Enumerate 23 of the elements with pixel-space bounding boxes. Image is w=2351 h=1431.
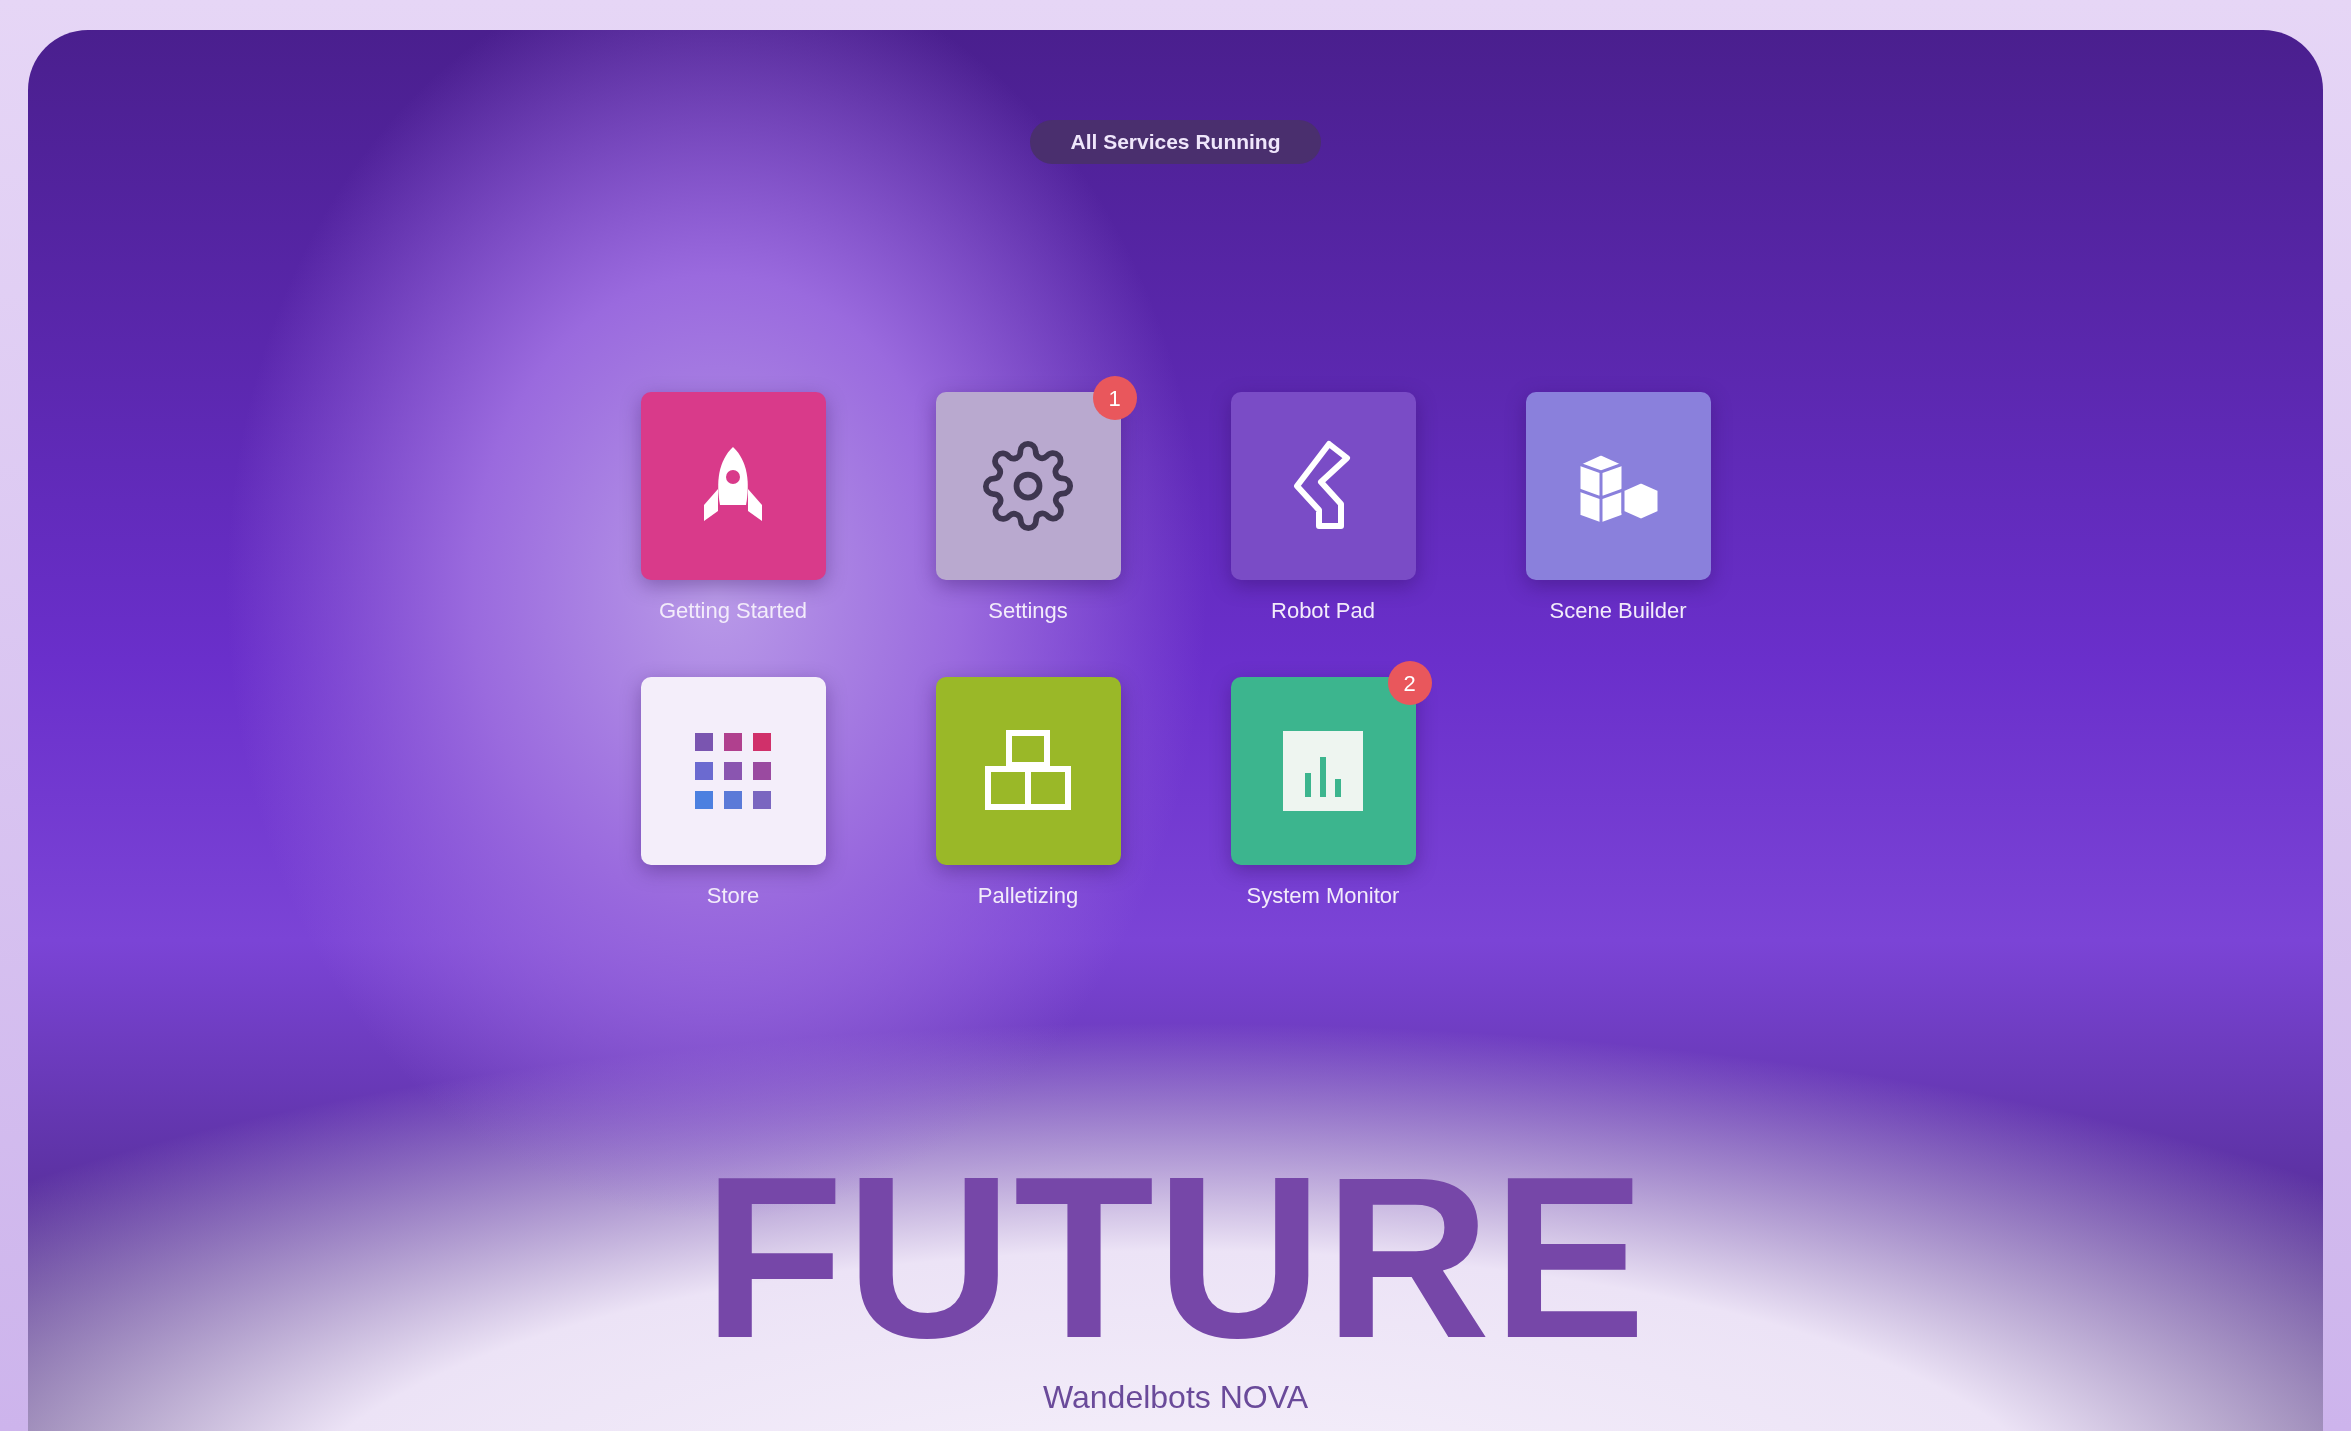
app-tile[interactable] (1230, 677, 1416, 865)
app-tile[interactable] (935, 677, 1121, 865)
app-label: Palletizing (977, 882, 1079, 910)
app-label: Getting Started (659, 597, 807, 625)
app-label: Store (706, 882, 760, 910)
app-tile[interactable] (640, 392, 826, 580)
app-grid-icon (693, 731, 773, 811)
headline: FUTURE (703, 1143, 1648, 1373)
app-tile[interactable] (935, 392, 1121, 580)
caption: Wandelbots NOVA (1043, 1378, 1308, 1417)
gear-icon (982, 440, 1074, 532)
app-label: Robot Pad (1271, 597, 1375, 625)
app-label: System Monitor (1246, 882, 1400, 910)
notification-badge: 1 (1092, 376, 1137, 420)
app-tile[interactable] (1230, 392, 1416, 580)
app-label: Settings (988, 597, 1068, 625)
app-tile[interactable] (1525, 392, 1711, 580)
app-tile[interactable] (640, 677, 826, 865)
status-pill: All Services Running (1030, 120, 1321, 164)
bar-chart-icon (1283, 731, 1363, 811)
notification-badge: 2 (1387, 661, 1432, 705)
app-label: Scene Builder (1549, 597, 1687, 625)
boxes-icon (983, 729, 1073, 813)
